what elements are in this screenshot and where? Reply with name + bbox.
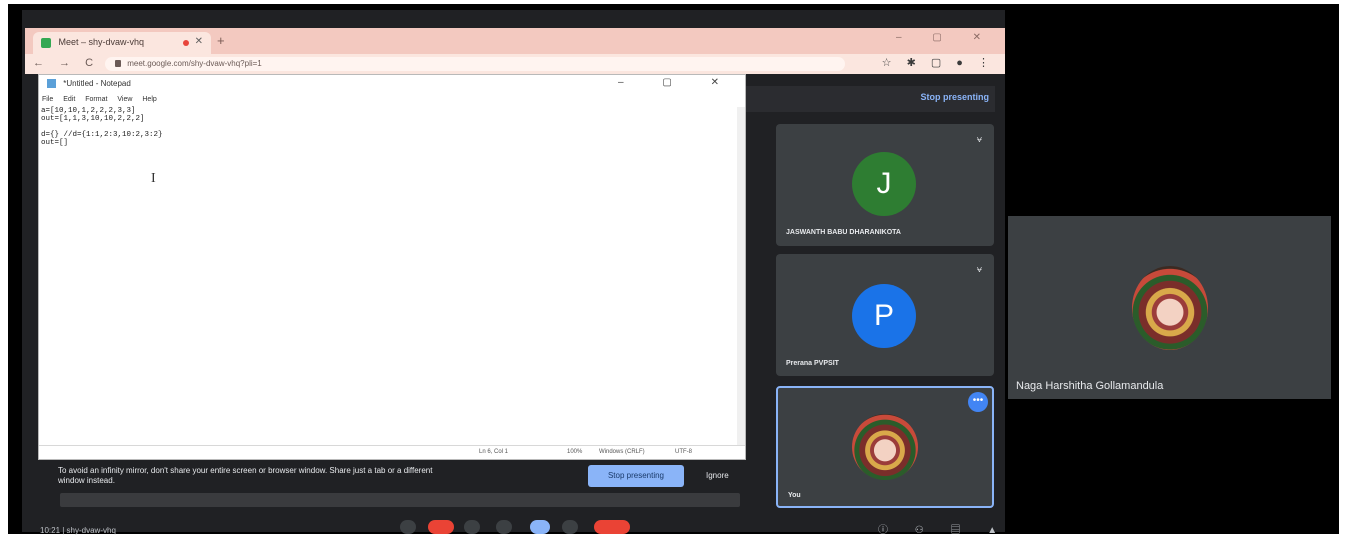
- avatar: J: [852, 152, 916, 216]
- participant-name: Prerana PVPSIT: [786, 360, 839, 367]
- participant-name: Naga Harshitha Gollamandula: [1016, 380, 1164, 392]
- pinned-participant-tile[interactable]: Naga Harshitha Gollamandula: [1008, 216, 1331, 399]
- url-text: meet.google.com/shy-dvaw-vhq?pli=1: [127, 59, 262, 68]
- present-button[interactable]: [530, 520, 550, 534]
- meet-favicon-icon: [41, 37, 51, 48]
- stop-presenting-link[interactable]: Stop presenting: [920, 92, 989, 102]
- notepad-text-area[interactable]: a=[10,10,1,2,2,2,3,3] out=[1,1,3,10,10,2…: [41, 107, 163, 147]
- more-icon[interactable]: •••: [968, 392, 988, 412]
- nav-buttons[interactable]: ← → C: [33, 57, 99, 69]
- meet-header-bar: Stop presenting: [745, 86, 995, 112]
- avatar: P: [852, 284, 916, 348]
- tab-title: Meet – shy-dvaw-vhq: [58, 37, 145, 47]
- notepad-title: *Untitled - Notepad: [63, 79, 131, 88]
- share-warning-bar: To avoid an infinity mirror, don't share…: [38, 460, 746, 494]
- mic-button[interactable]: [400, 520, 416, 534]
- participant-name: JASWANTH BABU DHARANIKOTA: [786, 229, 901, 236]
- notepad-menubar: File Edit Format View Help: [39, 95, 745, 107]
- recording-dot-icon: [183, 40, 189, 46]
- browser-window: Meet – shy-dvaw-vhq ✕ + – ▢ ✕ ← → C meet…: [25, 28, 1005, 74]
- camera-off-button[interactable]: [428, 520, 454, 534]
- browser-tab[interactable]: Meet – shy-dvaw-vhq ✕: [33, 32, 211, 54]
- participant-tile-prerana[interactable]: ⩝ P Prerana PVPSIT: [776, 254, 994, 376]
- close-tab-icon[interactable]: ✕: [195, 36, 203, 47]
- status-line-ending: Windows (CRLF): [599, 449, 645, 455]
- notepad-window: *Untitled - Notepad – ▢ ✕ File Edit Form…: [38, 74, 746, 460]
- menu-edit[interactable]: Edit: [63, 96, 75, 103]
- address-bar[interactable]: meet.google.com/shy-dvaw-vhq?pli=1: [105, 57, 845, 71]
- screen: Meet – shy-dvaw-vhq ✕ + – ▢ ✕ ← → C meet…: [0, 0, 1345, 536]
- browser-window-controls[interactable]: – ▢ ✕: [896, 32, 995, 43]
- notepad-scrollbar[interactable]: [737, 107, 745, 445]
- ignore-button[interactable]: Ignore: [706, 471, 729, 480]
- lock-icon: [115, 60, 121, 68]
- menu-help[interactable]: Help: [142, 96, 156, 103]
- participant-tile-you[interactable]: ••• You: [776, 386, 994, 508]
- text-cursor-icon: I: [151, 171, 156, 186]
- captions-button[interactable]: [464, 520, 480, 534]
- tab-strip: Meet – shy-dvaw-vhq ✕ + – ▢ ✕: [25, 28, 1005, 54]
- status-zoom: 100%: [567, 449, 583, 455]
- stop-presenting-button[interactable]: Stop presenting: [588, 465, 684, 487]
- share-warning-text: To avoid an infinity mirror, don't share…: [58, 466, 433, 485]
- menu-file[interactable]: File: [42, 96, 53, 103]
- extensions-area[interactable]: ☆ ✱ ▢ ● ⋮: [882, 56, 995, 69]
- status-position: Ln 6, Col 1: [479, 449, 509, 455]
- leave-call-button[interactable]: [594, 520, 630, 534]
- raise-hand-button[interactable]: [496, 520, 512, 534]
- notepad-window-controls[interactable]: – ▢ ✕: [618, 77, 737, 88]
- menu-view[interactable]: View: [117, 96, 132, 103]
- participant-tile-jaswanth[interactable]: ⩝ J JASWANTH BABU DHARANIKOTA: [776, 124, 994, 246]
- new-tab-button[interactable]: +: [217, 33, 225, 48]
- notepad-icon: [47, 79, 56, 89]
- more-options-button[interactable]: [562, 520, 578, 534]
- toolbar: ← → C meet.google.com/shy-dvaw-vhq?pli=1…: [25, 54, 1005, 74]
- profile-picture: [852, 414, 918, 480]
- shared-taskbar: [60, 493, 740, 507]
- muted-mic-icon: ⩝: [976, 134, 982, 144]
- status-encoding: UTF-8: [675, 449, 692, 455]
- muted-mic-icon: ⩝: [976, 264, 982, 274]
- profile-picture: [1132, 266, 1208, 350]
- menu-format[interactable]: Format: [85, 96, 107, 103]
- notepad-statusbar: Ln 6, Col 1 100% Windows (CRLF) UTF-8: [39, 445, 745, 459]
- participant-name: You: [788, 492, 801, 499]
